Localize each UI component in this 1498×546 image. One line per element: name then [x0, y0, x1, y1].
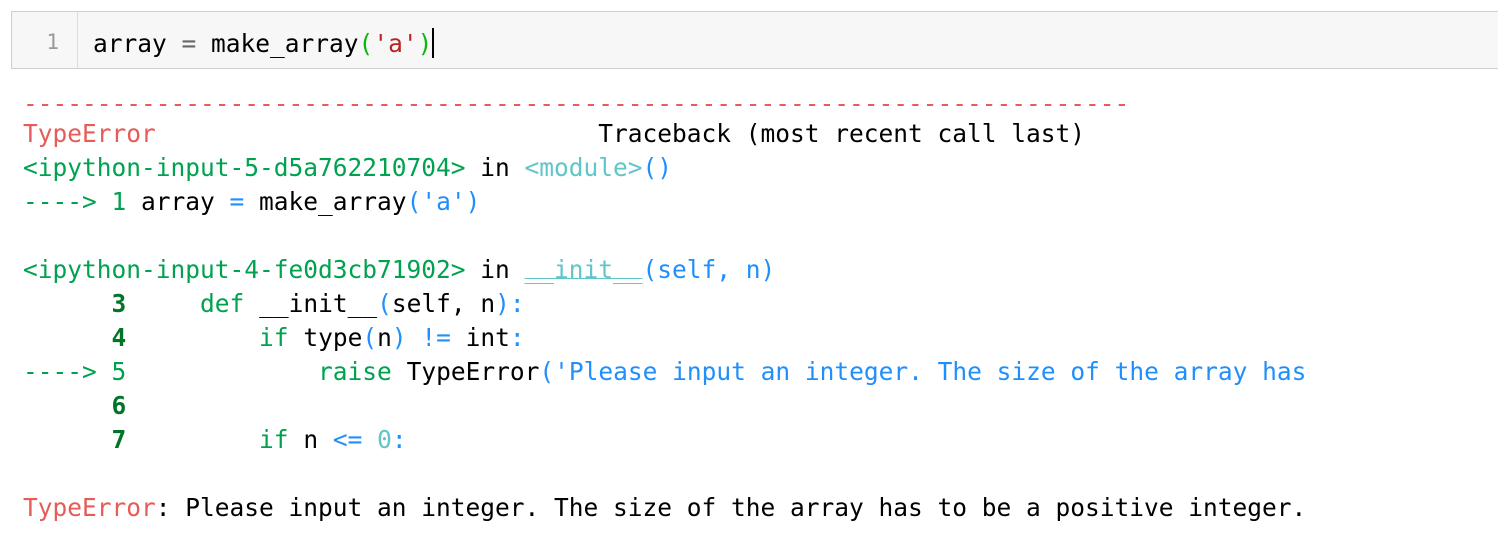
traceback-error-type: TypeError — [23, 119, 156, 148]
frame-arrow: ----> — [23, 357, 112, 386]
traceback-frame-1-code: ----> 1 array = make_array('a') — [23, 187, 481, 216]
line-number: 1 — [46, 30, 59, 54]
traceback-context-line: 6 — [23, 389, 127, 423]
line-number-gutter: 1 — [12, 12, 78, 68]
traceback-frame-1-header: <ipython-input-5-d5a762210704> in <modul… — [23, 153, 673, 182]
traceback-current-line: ----> 5 raise TypeError('Please input an… — [23, 357, 1307, 386]
error-message-text: : Please input an integer. The size of t… — [155, 493, 1307, 522]
traceback-separator: ----------------------------------------… — [23, 89, 1130, 118]
context-line-number: 6 — [111, 391, 127, 420]
code-cell-input[interactable]: 1 array = make_array('a') — [11, 11, 1498, 69]
frame-location: <ipython-input-4-fe0d3cb71902> — [23, 255, 466, 284]
code-string: 'Please input an integer. The size of th… — [554, 357, 1307, 386]
traceback-frame-2-header: <ipython-input-4-fe0d3cb71902> in __init… — [23, 255, 776, 284]
code-keyword: def — [200, 289, 245, 318]
code-identifier: array — [93, 29, 167, 58]
context-line-number: 7 — [111, 425, 127, 454]
code-editor-line[interactable]: array = make_array('a') — [93, 28, 435, 58]
code-operator: = — [166, 29, 212, 58]
frame-scope: <module> — [524, 153, 643, 182]
traceback-error-message: TypeError: Please input an integer. The … — [23, 491, 1306, 525]
traceback-header: TypeError Traceback (most recent call la… — [23, 117, 1085, 151]
frame-location: <ipython-input-5-d5a762210704> — [23, 153, 466, 182]
traceback-context-line: 3 def __init__(self, n): — [111, 289, 525, 318]
frame-arrow: ----> 1 — [23, 187, 142, 216]
frame-scope: __init__ — [524, 255, 643, 284]
traceback-context-line: 7 if n <= 0: — [111, 425, 407, 454]
context-line-number: 3 — [111, 289, 127, 318]
code-keyword: if — [259, 323, 289, 352]
traceback-context-line: 4 if type(n) != int: — [111, 323, 525, 352]
code-keyword: raise — [318, 357, 392, 386]
code-keyword: if — [259, 425, 289, 454]
context-line-number: 4 — [111, 323, 127, 352]
code-close-paren: ) — [417, 29, 433, 58]
error-type: TypeError — [23, 493, 156, 522]
code-function: make_array — [211, 29, 359, 58]
code-string: 'a' — [373, 29, 418, 58]
traceback-header-text: Traceback (most recent call last) — [598, 119, 1086, 148]
text-cursor — [432, 28, 435, 58]
code-open-paren: ( — [358, 29, 374, 58]
context-line-number: 5 — [111, 357, 127, 386]
